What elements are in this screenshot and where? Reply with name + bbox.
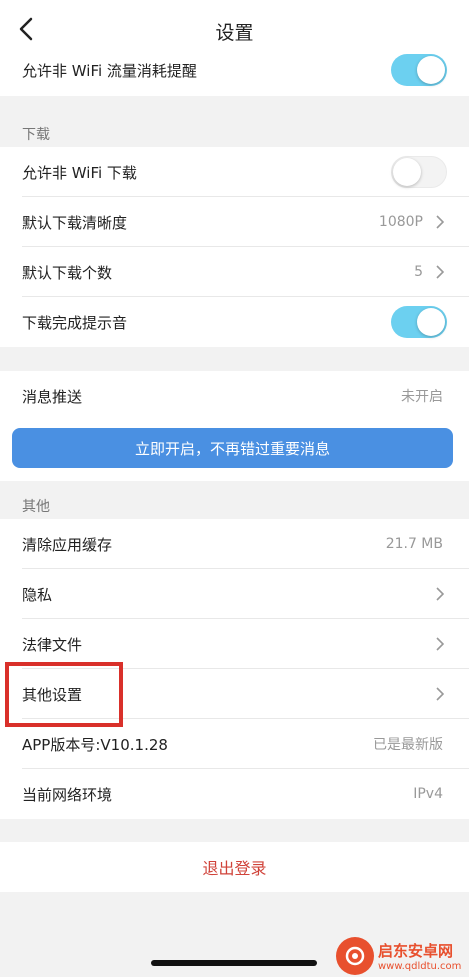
chevron-right-icon — [433, 587, 447, 601]
version-status: 已是最新版 — [373, 737, 443, 753]
row-non-wifi-download: 允许非 WiFi 下载 — [0, 147, 469, 197]
row-network: 当前网络环境 IPv4 — [0, 769, 469, 819]
row-legal[interactable]: 法律文件 — [0, 619, 469, 669]
row-label: 默认下载个数 — [22, 263, 113, 282]
watermark-title: 启东安卓网 — [378, 942, 454, 960]
row-label: APP版本号:V10.1.28 — [22, 735, 168, 754]
row-label: 当前网络环境 — [22, 785, 113, 804]
row-clear-cache[interactable]: 清除应用缓存 21.7 MB — [0, 519, 469, 569]
row-other-settings[interactable]: 其他设置 — [0, 669, 469, 719]
home-indicator — [151, 960, 317, 966]
network-value: IPv4 — [413, 786, 443, 802]
cache-size: 21.7 MB — [385, 536, 443, 552]
non-wifi-traffic-toggle[interactable] — [391, 54, 447, 86]
row-default-count[interactable]: 默认下载个数 5 — [0, 247, 469, 297]
chevron-right-icon — [433, 687, 447, 701]
chevron-right-icon — [433, 637, 447, 651]
chevron-left-icon — [19, 17, 33, 45]
row-app-version[interactable]: APP版本号:V10.1.28 已是最新版 — [0, 719, 469, 769]
push-status: 未开启 — [401, 389, 443, 405]
row-push[interactable]: 消息推送 未开启 — [0, 371, 469, 421]
count-value: 5 — [414, 264, 423, 280]
row-label: 允许非 WiFi 下载 — [22, 163, 137, 182]
row-label: 法律文件 — [22, 635, 83, 654]
row-label: 消息推送 — [22, 387, 83, 406]
nav-bar: 设置 — [0, 0, 469, 62]
row-privacy[interactable]: 隐私 — [0, 569, 469, 619]
row-label: 其他设置 — [22, 685, 83, 704]
row-label: 隐私 — [22, 585, 53, 604]
row-label: 允许非 WiFi 流量消耗提醒 — [22, 61, 197, 80]
watermark-url: www.qdldtu.com — [378, 961, 462, 972]
section-title-download: 下载 — [22, 127, 50, 143]
quality-value: 1080P — [378, 214, 423, 230]
enable-push-button[interactable]: 立即开启，不再错过重要消息 — [12, 428, 453, 468]
chevron-right-icon — [433, 265, 447, 279]
row-complete-sound: 下载完成提示音 — [0, 297, 469, 347]
chevron-right-icon — [433, 215, 447, 229]
complete-sound-toggle[interactable] — [391, 306, 447, 338]
row-default-quality[interactable]: 默认下载清晰度 1080P — [0, 197, 469, 247]
non-wifi-download-toggle[interactable] — [391, 156, 447, 188]
row-non-wifi-traffic: 允许非 WiFi 流量消耗提醒 — [0, 54, 469, 96]
watermark-logo-icon — [336, 937, 374, 975]
logout-button[interactable]: 退出登录 — [0, 842, 469, 892]
row-label: 下载完成提示音 — [22, 313, 128, 332]
section-title-other: 其他 — [22, 499, 50, 515]
row-label: 默认下载清晰度 — [22, 213, 128, 232]
watermark: 启东安卓网 www.qdldtu.com — [336, 935, 469, 977]
page-title: 设置 — [215, 21, 254, 44]
row-label: 清除应用缓存 — [22, 535, 113, 554]
back-button[interactable] — [14, 17, 38, 45]
